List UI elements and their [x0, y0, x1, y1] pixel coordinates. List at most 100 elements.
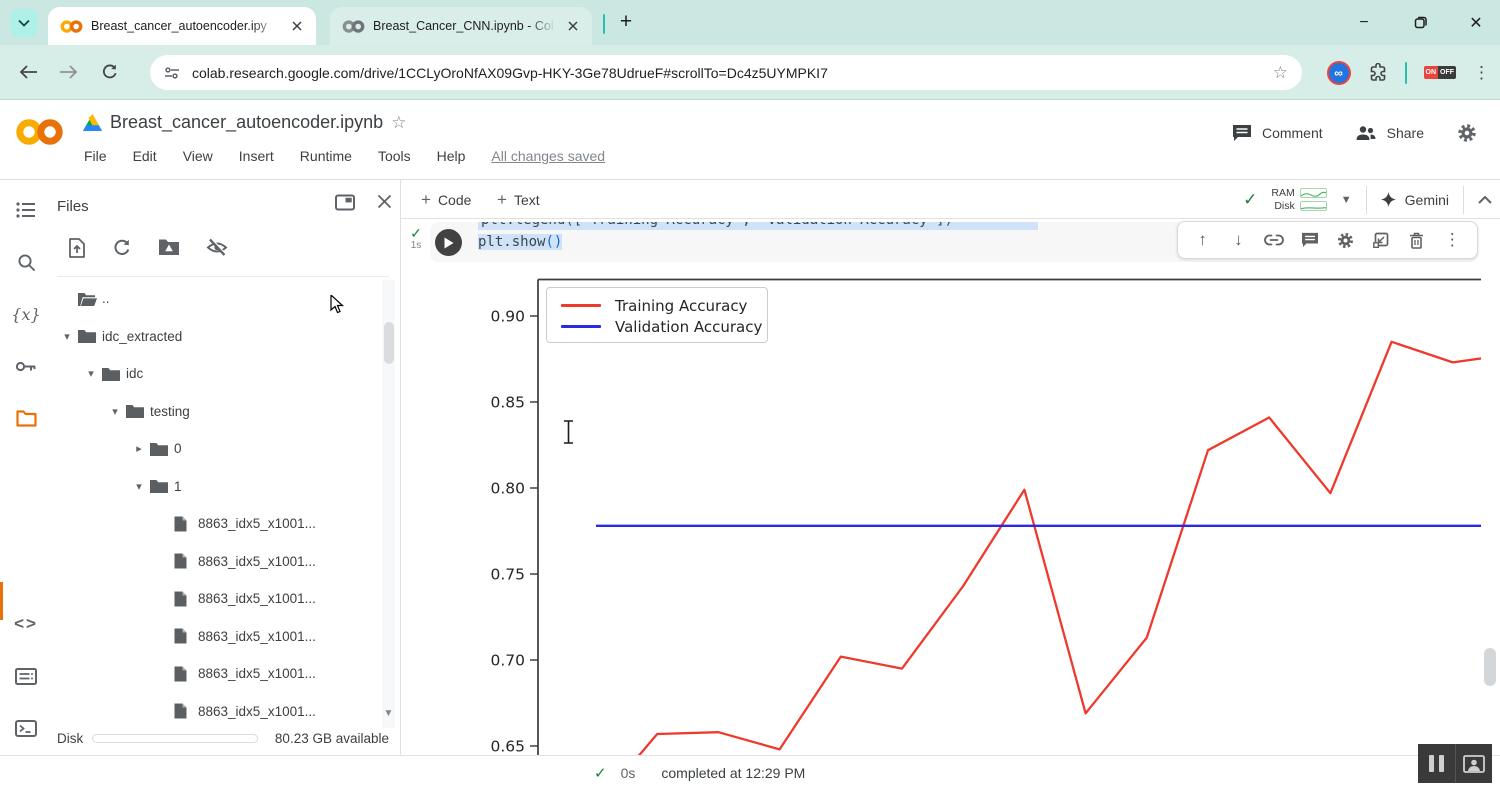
file-tree: ..▾idc_extracted▾idc▾testing▸0▾18863_idx… — [52, 280, 382, 730]
file-tree-item[interactable]: 8863_idx5_x1001... — [52, 505, 382, 543]
file-tree-item[interactable]: 8863_idx5_x1001... — [52, 693, 382, 731]
tree-expander-icon[interactable]: ▾ — [128, 480, 150, 493]
folder-tree-item[interactable]: ▾testing — [52, 393, 382, 431]
resource-monitor[interactable]: RAM Disk — [1271, 187, 1326, 212]
tab-search-button[interactable] — [10, 9, 38, 37]
notebook-title[interactable]: Breast_cancer_autoencoder.ipynb — [110, 112, 383, 133]
secrets-key-icon[interactable] — [0, 346, 52, 386]
move-cell-up-icon[interactable]: ↑ — [1192, 229, 1214, 251]
menu-edit[interactable]: Edit — [133, 148, 157, 164]
tab-title: Breast_Cancer_CNN.ipynb - Col — [373, 19, 556, 33]
new-tab-button[interactable]: + — [612, 8, 640, 36]
bookmark-star-icon[interactable]: ☆ — [1273, 63, 1288, 83]
browser-menu-icon[interactable]: ⋮ — [1473, 63, 1490, 83]
menu-insert[interactable]: Insert — [239, 148, 274, 164]
tree-item-label: 8863_idx5_x1001... — [198, 516, 316, 531]
file-tree-item[interactable]: 8863_idx5_x1001... — [52, 618, 382, 656]
collapse-header-icon[interactable] — [1478, 195, 1492, 204]
run-cell-button[interactable] — [435, 229, 462, 256]
folder-icon — [102, 367, 126, 381]
variables-icon[interactable]: {x} — [0, 294, 52, 334]
scrollbar-thumb[interactable] — [384, 322, 394, 364]
delete-cell-trash-icon[interactable] — [1406, 229, 1428, 251]
code-snippets-icon[interactable]: <> — [0, 604, 52, 644]
menu-runtime[interactable]: Runtime — [300, 148, 352, 164]
code-line[interactable]: plt.show() — [478, 232, 562, 252]
url-text[interactable]: colab.research.google.com/drive/1CCLyOro… — [192, 65, 1261, 81]
mount-drive-icon[interactable] — [158, 238, 180, 256]
tab-close-icon[interactable] — [564, 17, 582, 35]
move-cell-down-icon[interactable]: ↓ — [1227, 229, 1249, 251]
save-status-link[interactable]: All changes saved — [491, 148, 605, 164]
pause-button[interactable] — [1418, 744, 1455, 783]
extension-badge-icon[interactable]: ONOFF — [1424, 66, 1457, 79]
svg-text:0.85: 0.85 — [490, 394, 525, 412]
share-button[interactable]: Share — [1355, 125, 1424, 141]
window-close-button[interactable]: ✕ — [1466, 13, 1486, 33]
search-icon[interactable] — [0, 242, 52, 282]
gemini-button[interactable]: Gemini — [1381, 192, 1449, 208]
browser-tab-inactive[interactable]: Breast_Cancer_CNN.ipynb - Col — [330, 7, 592, 45]
notebook-star-icon[interactable]: ☆ — [391, 113, 406, 133]
svg-text:0.90: 0.90 — [490, 308, 525, 326]
site-settings-icon — [164, 66, 180, 80]
window-minimize-button[interactable]: − — [1354, 13, 1374, 33]
folder-tree-item[interactable]: ▾idc — [52, 355, 382, 393]
tree-expander-icon[interactable]: ▾ — [56, 330, 78, 343]
files-scrollbar[interactable]: ▼ — [382, 280, 395, 728]
add-text-button[interactable]: + Text — [497, 180, 540, 219]
menu-help[interactable]: Help — [437, 148, 466, 164]
tree-expander-icon[interactable]: ▸ — [128, 442, 150, 455]
file-tree-item[interactable]: 8863_idx5_x1001... — [52, 655, 382, 693]
tree-expander-icon[interactable]: ▾ — [104, 405, 126, 418]
terminal-icon[interactable] — [0, 708, 52, 748]
panel-divider — [57, 276, 389, 277]
tab-close-icon[interactable] — [288, 17, 306, 35]
upload-file-icon[interactable] — [68, 238, 86, 258]
notebook-scrollbar-thumb[interactable] — [1484, 648, 1496, 686]
files-icon[interactable] — [0, 398, 52, 438]
command-palette-icon[interactable] — [0, 656, 52, 696]
code-line-clipped[interactable]: plt.legend(['Training Accuracy', 'Valida… — [478, 222, 1038, 230]
runtime-connected-check-icon: ✓ — [1243, 190, 1257, 210]
folder-tree-item[interactable]: ▾1 — [52, 468, 382, 506]
webcam-overlay-button[interactable] — [1455, 744, 1492, 783]
file-tree-item[interactable]: 8863_idx5_x1001... — [52, 543, 382, 581]
more-cell-actions-icon[interactable]: ⋮ — [1441, 229, 1463, 251]
colab-extension-icon[interactable]: ∞ — [1327, 61, 1351, 85]
extensions-puzzle-icon[interactable] — [1368, 63, 1388, 83]
resources-dropdown-icon[interactable]: ▼ — [1341, 194, 1352, 206]
file-tree-item[interactable]: 8863_idx5_x1001... — [52, 580, 382, 618]
folder-tree-item[interactable]: ▸0 — [52, 430, 382, 468]
add-code-button[interactable]: + Code — [421, 180, 471, 219]
menu-file[interactable]: File — [84, 148, 107, 164]
table-of-contents-icon[interactable] — [0, 190, 52, 230]
hidden-files-eye-off-icon[interactable] — [206, 238, 228, 257]
pause-icon — [1429, 755, 1434, 772]
file-icon — [174, 591, 198, 607]
settings-gear-icon[interactable] — [1456, 122, 1478, 144]
add-comment-icon[interactable] — [1299, 229, 1321, 251]
link-to-cell-icon[interactable] — [1263, 229, 1285, 251]
comment-button[interactable]: Comment — [1232, 124, 1323, 142]
address-bar[interactable]: colab.research.google.com/drive/1CCLyOro… — [150, 55, 1302, 90]
close-panel-icon[interactable] — [377, 194, 392, 209]
browser-tab-active[interactable]: Breast_cancer_autoencoder.ipy — [48, 7, 316, 45]
reload-button[interactable] — [96, 58, 124, 86]
mirror-cell-in-tab-icon[interactable] — [1370, 229, 1392, 251]
cell-settings-gear-icon[interactable] — [1334, 229, 1356, 251]
scrollbar-down-arrow[interactable]: ▼ — [382, 708, 395, 719]
folder-tree-item[interactable]: ▾idc_extracted — [52, 318, 382, 356]
open-in-new-pane-icon[interactable] — [335, 194, 355, 211]
plus-icon: + — [497, 190, 507, 210]
window-maximize-button[interactable] — [1410, 13, 1430, 33]
folder-icon — [150, 479, 174, 493]
disk-available-text: 80.23 GB available — [275, 731, 389, 746]
menu-view[interactable]: View — [183, 148, 213, 164]
refresh-icon[interactable] — [112, 238, 132, 258]
menu-tools[interactable]: Tools — [378, 148, 411, 164]
forward-button[interactable] — [54, 58, 82, 86]
back-button[interactable] — [14, 58, 42, 86]
tab-divider — [603, 14, 605, 34]
tree-expander-icon[interactable]: ▾ — [80, 367, 102, 380]
